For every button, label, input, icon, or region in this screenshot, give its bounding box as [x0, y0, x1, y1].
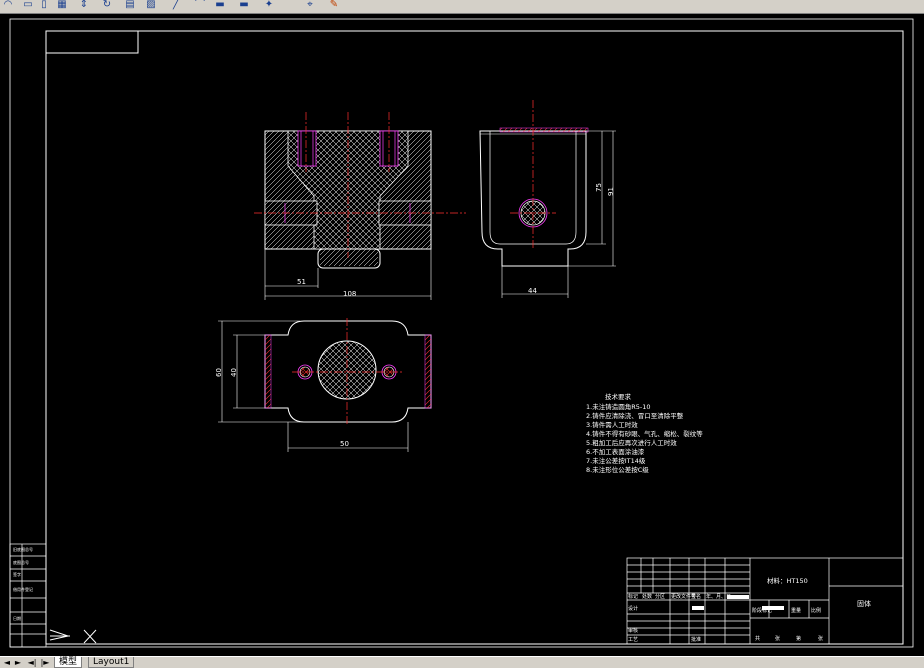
technical-notes: 技术要求 1.未注铸造圆角R5-10 2.铸件应清除浇、冒口至清除平整 3.铸件… — [586, 392, 703, 474]
tb-label: 张 — [775, 635, 780, 642]
title-material: 材料：HT150 — [767, 576, 808, 585]
strip-label: 日期 — [13, 615, 21, 621]
grid-icon[interactable]: ▦ — [56, 0, 68, 10]
dim-top-h1: 60 — [215, 368, 223, 377]
nav-last-icon[interactable]: |► — [40, 658, 50, 667]
nav-prev-icon[interactable]: ► — [13, 658, 23, 667]
note-item: 1.未注铸造圆角R5-10 — [586, 402, 650, 411]
sheet-outer-border — [9, 18, 914, 648]
tb-label: 签名 — [691, 593, 701, 600]
title-block-fill — [692, 606, 704, 610]
tb-label: 工艺 — [628, 637, 638, 643]
note-item: 7.未注公差按IT14级 — [586, 456, 646, 465]
strip-label: 旧底图总号 — [13, 546, 33, 552]
dim-top-h2: 40 — [230, 368, 238, 377]
tb-label: 共 — [755, 635, 760, 642]
strip-label: 借用件登记 — [13, 586, 33, 592]
tb-label: 重量 — [791, 607, 801, 614]
rotate-icon[interactable]: ↻ — [101, 0, 113, 10]
block-icon[interactable]: ▬ — [214, 0, 226, 10]
corner-code-box — [45, 30, 139, 54]
hatch-icon[interactable]: ▨ — [145, 0, 157, 10]
dim-side-h2: 91 — [607, 187, 615, 196]
top-view — [264, 318, 432, 425]
dim-top-width: 50 — [340, 440, 349, 448]
tab-layout1[interactable]: Layout1 — [88, 657, 135, 668]
tb-label: 批准 — [691, 636, 701, 643]
star-icon[interactable]: ✦ — [263, 0, 275, 10]
ucs-icon — [49, 629, 97, 644]
tb-label: 比例 — [811, 607, 821, 614]
cad-drawing-canvas[interactable]: 借用件登记 旧底图总号 底图总号 签字 日期 51 108 75 91 44 6… — [0, 14, 924, 656]
notes-title: 技术要求 — [605, 392, 632, 401]
toolbar: ◠ ▭ ▯ ▦ ⇕ ↻ ▤ ▨ ╱ ⌒ ▬ ▬ ✦ ⌖ ✎ — [0, 0, 924, 14]
note-item: 8.未注形位公差按C级 — [586, 465, 649, 474]
note-item: 2.铸件应清除浇、冒口至清除平整 — [586, 411, 684, 420]
rectangle-icon[interactable]: ▭ — [22, 0, 34, 10]
title-block-fill — [762, 606, 784, 610]
nav-first-icon[interactable]: ◄ — [2, 658, 12, 667]
nav-next-icon[interactable]: ◄| — [27, 658, 37, 667]
strip-label: 签字 — [13, 571, 21, 577]
curve-icon[interactable]: ⌒ — [194, 0, 206, 10]
note-item: 3.铸件需人工时效 — [586, 420, 638, 429]
tb-label: 第 — [796, 635, 801, 642]
note-item: 5.粗加工后应再次进行人工时效 — [586, 438, 677, 447]
dim-front-partial: 51 — [297, 278, 306, 286]
tb-label: 分区 — [655, 593, 665, 600]
tb-label: 审核 — [628, 627, 638, 634]
dim-side-width: 44 — [528, 287, 537, 295]
tb-label: 张 — [818, 635, 823, 642]
left-strip-labels: 借用件登记 旧底图总号 底图总号 签字 日期 — [13, 546, 33, 621]
dim-front-total: 108 — [343, 290, 356, 298]
block-icon[interactable]: ▬ — [238, 0, 250, 10]
note-item: 6.不加工表面涂油漆 — [586, 447, 645, 456]
pointer-icon[interactable]: ⌖ — [304, 0, 316, 10]
note-item: 4.铸件不得有砂眼、气孔、缩松、裂纹等 — [586, 429, 703, 438]
dim-side-h1: 75 — [595, 183, 603, 192]
tab-model[interactable]: 模型 — [54, 657, 83, 668]
tb-label: 处数 — [642, 593, 652, 600]
line-icon[interactable]: ╱ — [170, 0, 182, 10]
strip-label: 底图总号 — [13, 559, 29, 565]
side-view — [479, 100, 589, 267]
layout-tab-bar: ◄ ► ◄| |► 模型 Layout1 — [0, 656, 924, 668]
sheet-inner-border — [45, 30, 904, 645]
tb-label: 设计 — [628, 605, 638, 612]
table-icon[interactable]: ▤ — [124, 0, 136, 10]
title-part-name: 固体 — [857, 599, 871, 608]
title-block-fill — [727, 595, 749, 599]
tb-label: 标记 — [628, 593, 638, 600]
flip-icon[interactable]: ⇕ — [78, 0, 90, 10]
rectangle-icon[interactable]: ▯ — [38, 0, 50, 10]
paint-icon[interactable]: ✎ — [328, 0, 340, 10]
front-section-view — [254, 112, 466, 269]
arc-icon[interactable]: ◠ — [2, 0, 14, 10]
